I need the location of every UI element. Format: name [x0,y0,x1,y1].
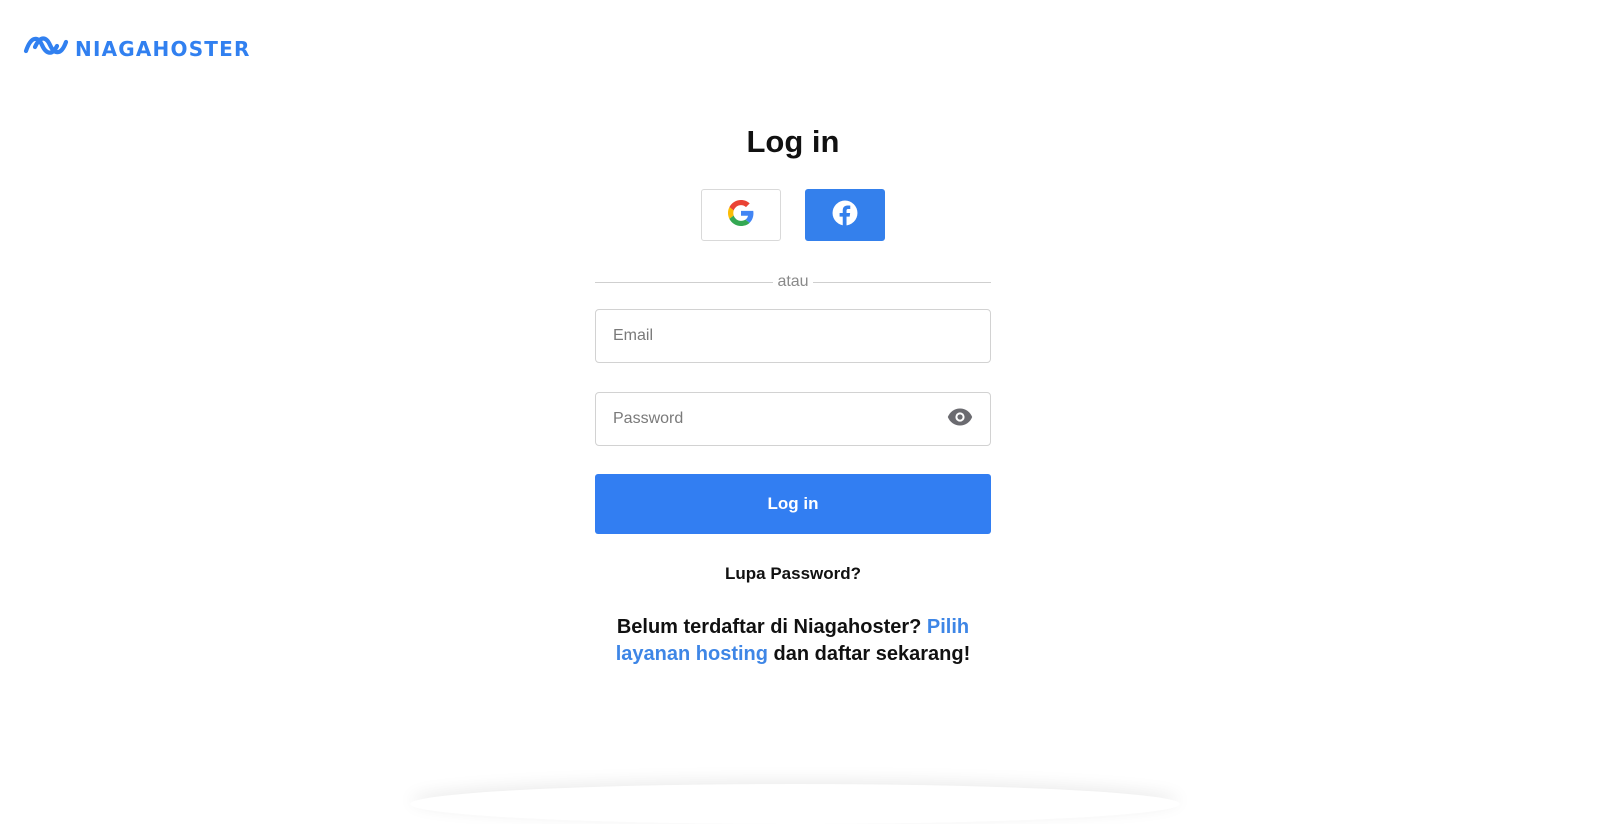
eye-icon [947,408,973,431]
divider-text: atau [777,273,809,290]
email-field[interactable] [596,310,990,362]
bottom-panel-shadow [410,784,1180,824]
facebook-login-button[interactable] [805,189,885,241]
divider-line-left [595,281,774,283]
google-login-button[interactable] [701,189,781,241]
google-icon [728,199,754,231]
password-field[interactable] [596,393,990,445]
niagahoster-logo[interactable]: NIAGAHOSTER [23,34,251,63]
signup-prefix-text: Belum terdaftar di Niagahoster? [616,616,927,638]
forgot-password-link[interactable]: Lupa Password? [725,564,861,583]
email-field-wrapper [595,309,991,363]
niagahoster-wave-logo-icon [23,34,69,63]
divider-line-right [812,281,992,283]
signup-suffix-text: dan daftar sekarang! [767,643,971,665]
facebook-icon [832,200,858,231]
signup-prompt: Belum terdaftar di Niagahoster? Pilih la… [595,614,991,668]
show-password-toggle[interactable] [947,408,973,430]
brand-name: NIAGAHOSTER [75,36,251,61]
page-title: Log in [746,124,840,159]
forgot-password: Lupa Password? [595,564,991,584]
login-button[interactable]: Log in [595,474,991,534]
or-divider: atau [595,273,992,291]
password-field-wrapper [595,392,991,446]
